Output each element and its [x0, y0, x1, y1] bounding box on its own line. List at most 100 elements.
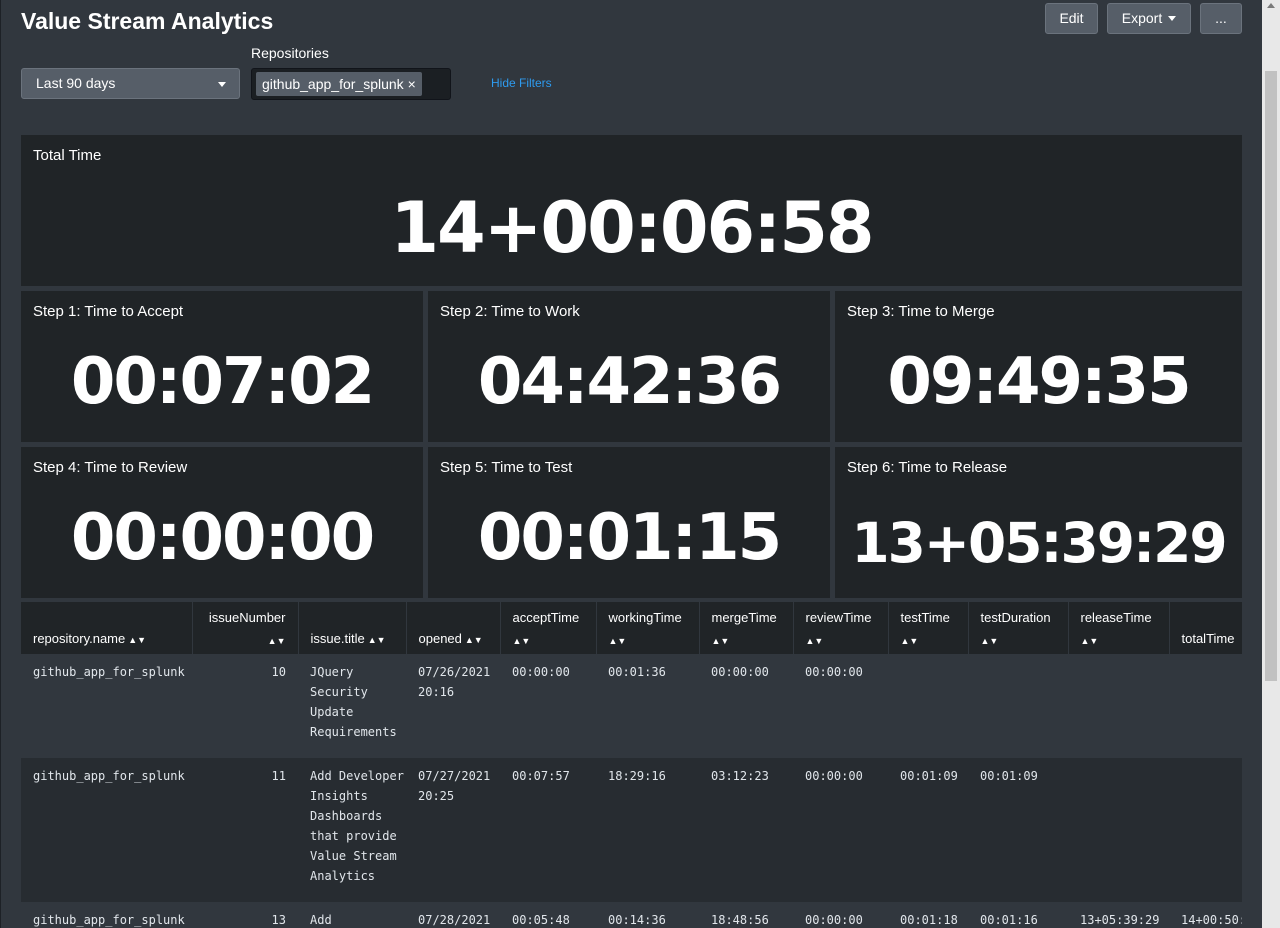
sort-icon: ▲▼ [608, 636, 627, 646]
cell-accept-time: 00:07:57 [500, 758, 596, 902]
cell-opened: 07/26/2021 20:16 [406, 654, 500, 758]
column-header-label: workingTime [608, 610, 682, 625]
cell-test-duration: 00:01:16 [968, 902, 1068, 928]
repository-chip-label: github_app_for_splunk [262, 76, 404, 92]
sort-icon: ▲▼ [367, 635, 386, 645]
caret-down-icon [218, 82, 226, 87]
panel-title: Total Time [33, 147, 102, 164]
step-2-panel: Step 2: Time to Work 04:42:36 [428, 291, 830, 442]
scrollbar-thumb[interactable] [1265, 71, 1277, 681]
single-value: 09:49:35 [887, 345, 1191, 419]
column-header-label: reviewTime [805, 610, 872, 625]
column-header-review-time[interactable]: reviewTime ▲▼ [793, 602, 889, 654]
edit-button[interactable]: Edit [1045, 3, 1098, 34]
single-value: 13+05:39:29 [851, 511, 1227, 575]
step-5-panel: Step 5: Time to Test 00:01:15 [428, 447, 830, 598]
table-row: github_app_for_splunk 13 Add 07/28/2021 … [21, 902, 1242, 928]
column-header-label: acceptTime [512, 610, 580, 625]
column-header-label: opened [418, 631, 462, 646]
cell-total-time [1169, 758, 1242, 902]
column-header-merge-time[interactable]: mergeTime ▲▼ [699, 602, 794, 654]
column-header-issue-title[interactable]: issue.title ▲▼ [298, 602, 407, 654]
table-row: github_app_for_splunk 11 Add Developer I… [21, 758, 1242, 902]
single-value: 00:07:02 [70, 345, 375, 419]
column-header-label: repository.name [33, 631, 126, 646]
column-header-label: issueNumber [208, 610, 286, 625]
cell-accept-time: 00:05:48 [500, 902, 596, 928]
cell-test-time: 00:01:18 [888, 902, 968, 928]
column-header-label: totalTime [1181, 631, 1235, 646]
step-1-panel: Step 1: Time to Accept 00:07:02 [21, 291, 423, 442]
caret-down-icon [1168, 16, 1177, 21]
page-scrollbar[interactable] [1262, 0, 1280, 928]
issues-table: repository.name ▲▼ issueNumber ▲▼ issue.ti… [21, 602, 1242, 928]
export-button[interactable]: Export [1107, 3, 1191, 34]
cell-total-time: 14+00:50: [1169, 902, 1242, 928]
column-header-label: issue.title [310, 631, 365, 646]
repositories-multiselect[interactable]: github_app_for_splunk × [251, 68, 451, 100]
cell-repository-name: github_app_for_splunk [21, 654, 192, 758]
cell-total-time [1169, 654, 1242, 758]
cell-release-time [1068, 758, 1169, 902]
column-header-label: testTime [900, 610, 950, 625]
scroll-up-arrow-icon[interactable] [1267, 3, 1275, 8]
cell-repository-name: github_app_for_splunk [21, 902, 192, 928]
column-header-label: mergeTime [711, 610, 777, 625]
hide-filters-link[interactable]: Hide Filters [491, 76, 552, 90]
panel-title: Step 4: Time to Review [33, 459, 188, 476]
more-actions-button[interactable]: ... [1200, 3, 1242, 34]
sort-icon: ▲▼ [900, 636, 919, 646]
cell-working-time: 00:01:36 [596, 654, 699, 758]
cell-issue-number: 13 [192, 902, 298, 928]
table-row: github_app_for_splunk 10 JQuery Security… [21, 654, 1242, 758]
repository-chip: github_app_for_splunk × [256, 72, 422, 96]
export-button-label: Export [1121, 10, 1163, 26]
cell-issue-number: 11 [192, 758, 298, 902]
time-range-picker[interactable]: Last 90 days [21, 68, 240, 99]
sort-icon: ▲▼ [128, 635, 147, 645]
cell-merge-time: 03:12:23 [699, 758, 793, 902]
single-value: 00:01:15 [477, 501, 782, 575]
total-time-panel: Total Time 14+00:06:58 [21, 135, 1242, 286]
column-header-label: testDuration [980, 610, 1051, 625]
column-header-total-time[interactable]: totalTime [1169, 602, 1242, 654]
cell-repository-name: github_app_for_splunk [21, 758, 192, 902]
column-header-test-duration[interactable]: testDuration ▲▼ [968, 602, 1069, 654]
cell-test-duration: 00:01:09 [968, 758, 1068, 902]
sort-icon: ▲▼ [267, 636, 286, 646]
cell-release-time: 13+05:39:29 [1068, 902, 1169, 928]
column-header-test-time[interactable]: testTime ▲▼ [888, 602, 969, 654]
cell-working-time: 18:29:16 [596, 758, 699, 902]
cell-issue-title: JQuery Security Update Requirements [298, 654, 406, 758]
step-6-panel: Step 6: Time to Release 13+05:39:29 [835, 447, 1242, 598]
column-header-release-time[interactable]: releaseTime ▲▼ [1068, 602, 1170, 654]
single-value: 00:00:00 [70, 501, 375, 575]
panel-title: Step 3: Time to Merge [847, 303, 995, 320]
time-range-value: Last 90 days [36, 75, 116, 91]
sort-icon: ▲▼ [980, 636, 999, 646]
cell-opened: 07/27/2021 20:25 [406, 758, 500, 902]
cell-accept-time: 00:00:00 [500, 654, 596, 758]
cell-issue-title: Add Developer Insights Dashboards that p… [298, 758, 406, 902]
sort-icon: ▲▼ [805, 636, 824, 646]
step-3-panel: Step 3: Time to Merge 09:49:35 [835, 291, 1242, 442]
panel-title: Step 1: Time to Accept [33, 303, 184, 320]
dashboard-title: Value Stream Analytics [21, 8, 274, 34]
close-icon[interactable]: × [408, 76, 416, 92]
cell-release-time [1068, 654, 1169, 758]
single-value: 14+00:06:58 [390, 187, 874, 269]
sort-icon: ▲▼ [1080, 636, 1099, 646]
cell-review-time: 00:00:00 [793, 654, 888, 758]
column-header-opened[interactable]: opened ▲▼ [406, 602, 501, 654]
table-header-row: repository.name ▲▼ issueNumber ▲▼ issue.ti… [21, 602, 1242, 654]
column-header-accept-time[interactable]: acceptTime ▲▼ [500, 602, 597, 654]
sort-icon: ▲▼ [711, 636, 730, 646]
cell-test-duration [968, 654, 1068, 758]
cell-review-time: 00:00:00 [793, 902, 888, 928]
column-header-repository-name[interactable]: repository.name ▲▼ [21, 602, 193, 654]
column-header-issue-number[interactable]: issueNumber ▲▼ [192, 602, 299, 654]
single-value: 04:42:36 [477, 345, 782, 419]
cell-merge-time: 00:00:00 [699, 654, 793, 758]
panel-title: Step 5: Time to Test [440, 459, 573, 476]
column-header-working-time[interactable]: workingTime ▲▼ [596, 602, 700, 654]
